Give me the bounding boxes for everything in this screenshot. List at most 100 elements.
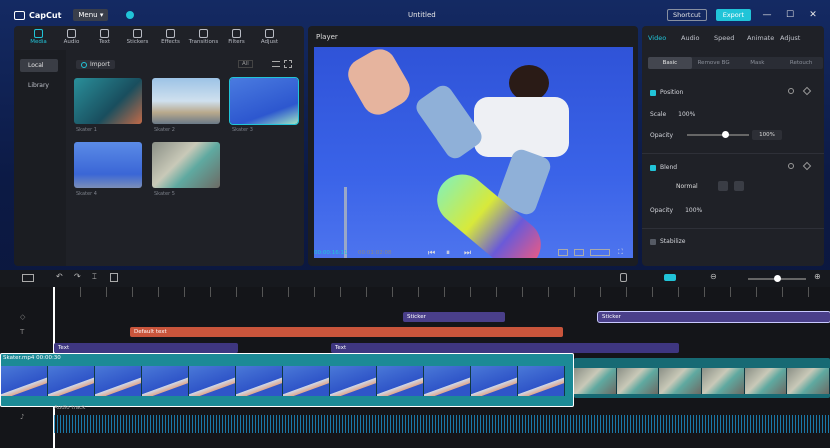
tool-adjust[interactable]: Adjust [253,29,286,50]
pen-icon[interactable] [718,181,728,191]
stabilize-row: Stabilize [650,238,686,245]
sticker-clip-2[interactable]: Sticker [597,311,830,323]
tab-audio[interactable]: Audio [681,34,714,42]
tab-speed[interactable]: Speed [714,34,747,42]
text-clip-1[interactable]: Text [54,343,238,353]
media-thumb-5[interactable] [152,142,220,188]
audio-waveform[interactable] [54,415,830,433]
fit-icon[interactable] [558,249,568,256]
divider [642,153,824,154]
maximize-icon[interactable]: ☐ [783,10,797,20]
main-video-clip[interactable]: Skater.mp4 00:00:30 [0,353,574,407]
text-clip-default[interactable]: Default text [130,327,563,337]
position-checkbox[interactable] [650,89,656,96]
tab-video[interactable]: Video [648,34,681,42]
zoom-out-icon[interactable]: ⊖ [710,272,717,281]
tool-stickers[interactable]: Stickers [121,29,154,50]
blend-keyframe-icon[interactable] [802,161,812,171]
media-label-3: Skater 3 [232,127,253,133]
opacity2-label: Opacity [650,207,674,214]
blend-checkbox[interactable] [650,164,656,171]
sticker-clip-1[interactable]: Sticker [403,312,505,322]
export-button[interactable]: Export [715,9,751,21]
blend-mode-select[interactable]: Normal [676,183,698,190]
time-ruler[interactable] [54,287,830,297]
zoom-in-icon[interactable]: ⊕ [814,272,821,281]
shortcut-button[interactable]: Shortcut [667,9,707,21]
player-title: Player [316,33,338,41]
undo-icon[interactable]: ↶ [56,272,63,281]
media-label-5: Skater 5 [154,191,175,197]
prev-frame-icon[interactable]: ⏮ [428,248,435,258]
adjust-icon [265,29,274,38]
track-icon-sticker: ◇ [20,313,26,321]
subtab-basic[interactable]: Basic [648,57,692,69]
media-thumb-1[interactable] [74,78,142,124]
position-row: Position [650,89,683,96]
zoom-slider-handle[interactable] [774,275,781,282]
delete-icon[interactable] [734,181,744,191]
sticker-icon [133,29,142,38]
opacity2-row: Opacity 100% [650,207,702,214]
mic-icon[interactable] [620,273,627,282]
second-clip-filmstrip [574,368,830,394]
select-tool-icon[interactable] [22,274,34,282]
opacity-input[interactable]: 100% [752,130,782,140]
main-clip-label: Skater.mp4 00:00:30 [3,355,61,361]
fullscreen-icon[interactable]: ⛶ [618,248,623,257]
timecode-total: 00:01:02:08 [358,250,392,256]
sort-dropdown[interactable]: All [238,60,253,68]
split-icon[interactable]: ⌶ [92,272,97,282]
scale-value: 100% [678,111,696,118]
tool-audio[interactable]: Audio [55,29,88,50]
list-view-icon[interactable] [272,61,280,67]
minimize-icon[interactable]: — [760,10,774,20]
tool-text[interactable]: Text [88,29,121,50]
inspector-subtabs: Basic Remove BG Mask Retouch [648,57,823,69]
pause-icon[interactable]: ⏸ [446,248,450,258]
tab-adjust[interactable]: Adjust [780,34,813,42]
subtab-mask[interactable]: Mask [736,57,780,69]
redo-icon[interactable]: ↷ [74,272,81,281]
skater-head [509,65,549,101]
skater-shirt [474,97,569,157]
tool-label: Audio [63,39,80,45]
tool-effects[interactable]: Effects [154,29,187,50]
blend-reset-icon[interactable] [788,163,794,169]
sidebar-item-local[interactable]: Local [20,59,58,72]
stabilize-checkbox[interactable] [650,238,656,245]
sidebar-item-library[interactable]: Library [20,79,58,92]
second-video-clip[interactable] [574,358,830,398]
media-thumb-2[interactable] [152,78,220,124]
menu-button[interactable]: Menu ▾ [73,9,109,21]
close-icon[interactable]: ✕ [806,10,820,20]
preview-canvas[interactable] [314,47,633,258]
keyframe-icon[interactable] [802,86,812,96]
media-label-4: Skater 4 [76,191,97,197]
snap-icon[interactable] [664,274,676,281]
media-label-2: Skater 2 [154,127,175,133]
next-frame-icon[interactable]: ⏭ [464,248,471,258]
inspector-tabs: Video Audio Speed Animate Adjust [642,26,824,42]
grid-view-icon[interactable] [284,60,292,68]
opacity-slider-track[interactable] [687,134,749,136]
ratio-button[interactable] [590,249,610,256]
import-button[interactable]: Import [76,60,115,69]
tool-transitions[interactable]: Transitions [187,29,220,50]
crop-icon[interactable] [574,249,584,256]
tab-animate[interactable]: Animate [747,34,780,42]
media-icon [34,29,43,38]
track-icon-audio: ♪ [20,413,25,421]
media-thumb-4[interactable] [74,142,142,188]
delete-clip-icon[interactable] [110,273,118,282]
media-thumb-3[interactable] [229,77,299,125]
reset-icon[interactable] [788,88,794,94]
transitions-icon [199,29,208,38]
tool-label: Transitions [188,39,219,45]
subtab-retouch[interactable]: Retouch [779,57,823,69]
text-clip-2[interactable]: Text [331,343,679,353]
opacity-slider-handle[interactable] [722,131,729,138]
tool-filters[interactable]: Filters [220,29,253,50]
tool-media[interactable]: Media [22,29,55,50]
subtab-remove-bg[interactable]: Remove BG [692,57,736,69]
